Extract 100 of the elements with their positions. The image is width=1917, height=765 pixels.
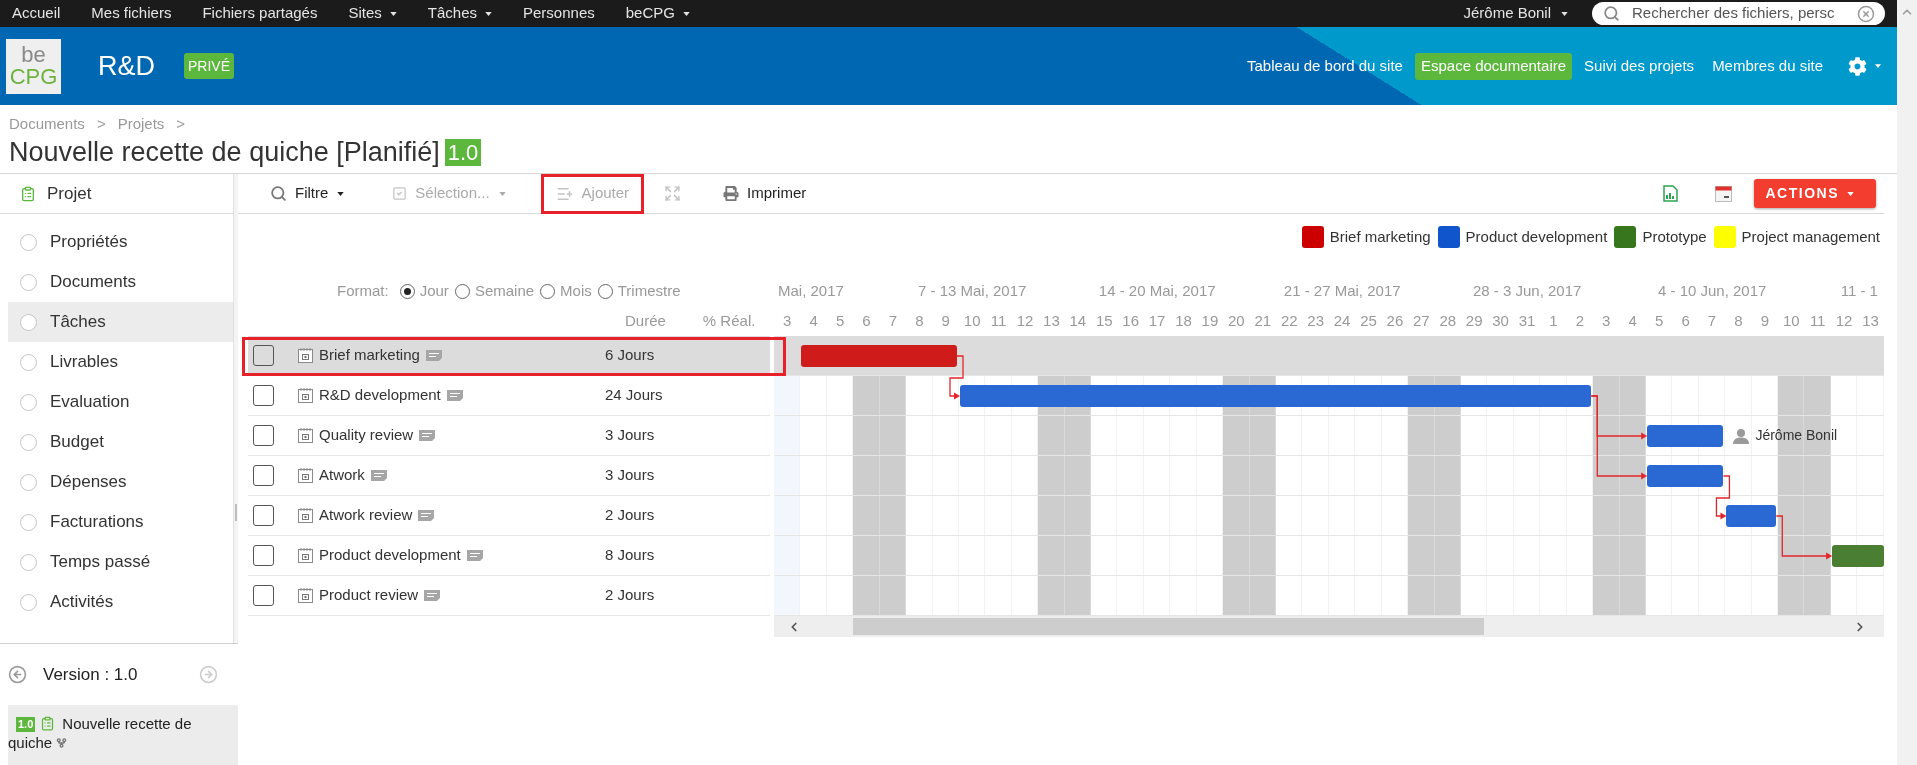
task-name[interactable]: Brief marketing [319,344,420,367]
horizontal-scrollbar[interactable] [774,616,1884,637]
task-calendar-icon [298,508,313,523]
sidebar-item[interactable]: Livrables [8,342,233,382]
visibility-badge: PRIVÉ [184,53,235,79]
site-title: R&D [98,49,155,83]
sidebar-item[interactable]: Tâches [8,302,233,342]
note-icon[interactable] [419,430,436,441]
note-icon[interactable] [424,590,441,601]
project-link[interactable]: 1.0 Nouvelle recette de quiche [8,714,230,752]
actions-button[interactable]: ACTIONS [1753,179,1876,208]
sidebar-item[interactable]: Evaluation [8,382,233,422]
nav-link[interactable]: Personnes [523,2,595,25]
week-label: Mai, 2017 [778,281,844,299]
task-bar[interactable] [1726,505,1777,527]
note-icon[interactable] [466,550,483,561]
note-icon[interactable] [370,470,387,481]
day-label: 17 [1148,310,1166,331]
assignee-name: Jérôme Bonil [1755,426,1838,445]
day-label: 5 [1654,310,1664,331]
day-label: 21 [1254,310,1272,331]
row-checkbox[interactable] [253,545,274,566]
radio-icon[interactable] [540,283,556,299]
nav-link[interactable]: Tâches [427,2,492,25]
nav-link[interactable]: Mes fichiers [91,2,172,25]
legend-label: Brief marketing [1329,226,1431,247]
search-icon [270,185,287,202]
week-label: 7 - 13 Mai, 2017 [918,280,1027,301]
page-title: Nouvelle recette de quiche [Planifié] [9,137,440,168]
row-checkbox[interactable] [253,385,274,406]
page-scrollbar[interactable] [1897,0,1917,765]
legend-label: Project management [1741,226,1880,247]
task-row[interactable]: Brief marketing 6 Jours [248,336,770,376]
task-name[interactable]: Product development [319,544,461,567]
row-checkbox[interactable] [253,345,274,366]
sidebar-item[interactable]: Budget [8,422,233,462]
task-name[interactable]: Quality review [319,424,414,447]
clear-icon[interactable] [1857,4,1875,23]
row-checkbox[interactable] [253,465,274,486]
settings-menu[interactable] [1848,56,1881,76]
site-nav-tab[interactable]: Tableau de bord du site [1241,52,1409,80]
timeline-row[interactable]: Jérôme Bonil [774,416,1884,456]
nav-link[interactable]: Accueil [12,2,61,25]
day-label: 19 [1201,310,1219,331]
previous-version-icon[interactable] [8,665,27,684]
task-row[interactable]: Product development 8 Jours [248,536,770,576]
task-name[interactable]: Atwork [319,464,365,487]
week-label: 28 - 3 Jun, 2017 [1473,280,1582,301]
radio-icon[interactable] [454,283,470,299]
scrollbar-thumb[interactable] [853,618,1484,635]
row-checkbox[interactable] [253,505,274,526]
day-label: 20 [1228,310,1245,331]
nav-link[interactable]: beCPG [625,2,690,25]
sidebar-item[interactable]: Activités [8,582,233,622]
day-label: 11 [1809,310,1826,331]
row-checkbox[interactable] [253,425,274,446]
day-label: 3 [1602,310,1611,331]
sidebar-item[interactable]: Temps passé [8,542,233,582]
day-label: 10 [1782,310,1800,331]
radio-icon[interactable] [399,283,415,299]
filter-button[interactable]: Filtre [255,173,360,214]
user-menu[interactable]: Jérôme Bonil [1463,2,1568,25]
task-row[interactable]: Quality review 3 Jours [248,416,770,456]
day-label: 27 [1413,310,1430,331]
search-field[interactable]: Rechercher des fichiers, persc [1592,2,1885,25]
task-name[interactable]: Product review [319,584,419,607]
day-label: 25 [1360,310,1377,331]
sidebar-item[interactable]: Facturations [8,502,233,542]
sidebar-item[interactable]: Documents [8,262,233,302]
timeline-row[interactable] [774,336,1884,376]
clipboard-icon [40,715,56,732]
caret-icon [485,11,492,16]
row-checkbox[interactable] [253,585,274,606]
day-label: 1 [1549,310,1558,331]
task-row[interactable]: R&D development 24 Jours [248,376,770,416]
caret-icon [682,11,690,16]
task-row[interactable]: Atwork review 2 Jours [248,496,770,536]
note-icon[interactable] [418,510,435,521]
day-label: 9 [1760,310,1769,331]
task-name[interactable]: R&D development [319,384,441,407]
caret-icon [1847,191,1854,196]
note-icon[interactable] [446,390,463,401]
nav-link[interactable]: Sites [348,2,397,25]
radio-icon[interactable] [597,283,613,299]
sidebar-item[interactable]: Dépenses [8,462,233,502]
task-row[interactable]: Product review 2 Jours [248,576,770,616]
spreadsheet-icon[interactable] [1662,185,1678,202]
column-header: % Réal. [702,310,756,331]
calendar-icon[interactable] [1714,185,1732,202]
caret-icon [1561,11,1568,16]
print-button[interactable]: Imprimer [708,173,822,214]
day-label: 5 [835,310,845,331]
task-name[interactable]: Atwork review [319,504,413,527]
sidebar-item[interactable]: Propriétés [8,222,233,262]
day-label: 13 [1862,310,1879,331]
nav-link[interactable]: Fichiers partagés [202,2,318,25]
task-row[interactable]: Atwork 3 Jours [248,456,770,496]
caret-icon [337,191,345,196]
note-icon[interactable] [425,350,442,361]
checkbox-tick-icon [392,186,408,201]
